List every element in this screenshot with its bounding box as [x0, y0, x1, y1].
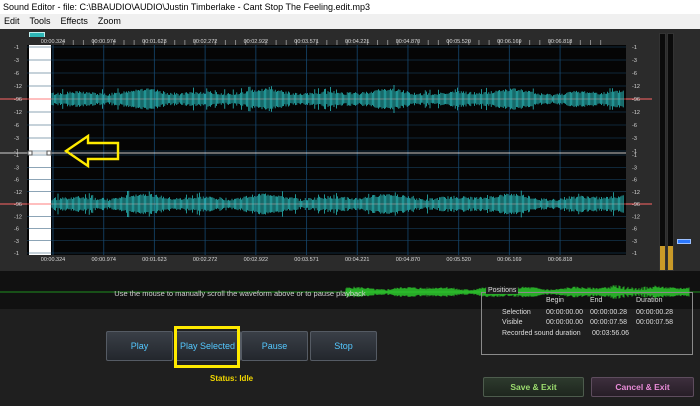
header-begin: Begin [546, 297, 564, 304]
selection-region[interactable] [29, 45, 51, 255]
timeline-bottom-label: 00:06.818 [548, 257, 572, 263]
scroll-hint: Use the mouse to manually scroll the wav… [114, 289, 366, 298]
db-label-left: -3 [14, 136, 19, 142]
db-label-right: -3 [632, 239, 637, 245]
play-button[interactable]: Play [106, 331, 173, 361]
level-fill-left [660, 246, 665, 270]
db-label-right: -1 [632, 251, 637, 257]
db-label-right: -6 [632, 227, 637, 233]
timeline-bottom-label: 00:06.169 [497, 257, 521, 263]
window-title: Sound Editor - file: C:\BBAUDIO\AUDIO\Ju… [0, 0, 700, 14]
timeline-bottom-label: 00:01.623 [142, 257, 166, 263]
level-meter-right [667, 33, 674, 271]
timeline-top-label: 00:01.623 [142, 39, 166, 45]
db-label-right: -12 [632, 214, 640, 220]
db-label-right: -96 [632, 97, 640, 103]
db-label-left: -12 [14, 84, 22, 90]
db-label-left: -12 [14, 190, 22, 196]
level-fill-right [668, 246, 673, 270]
cancel-exit-button[interactable]: Cancel & Exit [591, 377, 694, 397]
zoom-slider[interactable] [677, 239, 691, 244]
status-text: Status: Idle [210, 374, 254, 383]
menu-tools[interactable]: Tools [26, 14, 57, 29]
selection-end: 00:00:00.28 [590, 309, 627, 316]
timeline-top-label: 00:04.221 [345, 39, 369, 45]
visible-label: Visible [502, 319, 523, 326]
menu-zoom[interactable]: Zoom [94, 14, 127, 29]
timeline-bottom-label: 00:00.324 [41, 257, 65, 263]
timeline-top-label: 00:06.818 [548, 39, 572, 45]
header-duration: Duration [636, 297, 663, 304]
visible-begin: 00:00:00.00 [546, 319, 583, 326]
positions-title: Positions [486, 287, 519, 294]
db-label-left: -1 [14, 251, 19, 257]
db-label-right: -6 [632, 71, 637, 77]
timeline-bottom-label: 00:04.870 [396, 257, 420, 263]
db-label-right: -12 [632, 110, 640, 116]
header-end: End [590, 297, 603, 304]
db-label-left: -12 [14, 214, 22, 220]
db-label-right: -12 [632, 190, 640, 196]
timeline-bottom-label: 00:02.922 [244, 257, 268, 263]
db-label-right: -6 [632, 178, 637, 184]
timeline-bottom-label: 00:03.571 [294, 257, 318, 263]
db-label-left: -96 [14, 97, 22, 103]
timeline-bottom-label: 00:04.221 [345, 257, 369, 263]
positions-panel: Positions Begin End Duration Selection 0… [481, 287, 693, 355]
db-label-left: -3 [14, 58, 19, 64]
db-label-left: -96 [14, 202, 22, 208]
db-label-left: -6 [14, 227, 19, 233]
db-label-left: -6 [14, 71, 19, 77]
menu-edit[interactable]: Edit [0, 14, 26, 29]
timeline-top-label: 00:02.922 [244, 39, 268, 45]
timeline-bottom-label: 00:02.272 [193, 257, 217, 263]
timeline-top-label: 00:03.571 [294, 39, 318, 45]
db-label-right: -1 [632, 153, 637, 159]
highlight-box [174, 326, 240, 368]
db-label-left: -6 [14, 123, 19, 129]
db-label-right: -3 [632, 165, 637, 171]
recorded-value: 00:03:56.06 [592, 330, 629, 337]
recorded-label: Recorded sound duration [502, 330, 581, 337]
level-meter-left [659, 33, 666, 271]
waveform-display[interactable]: 00:00.324 00:00.324 00:00.974 00:00.974 00:0… [0, 29, 700, 271]
db-label-right: -1 [632, 45, 637, 51]
selection-begin: 00:00:00.00 [546, 309, 583, 316]
db-label-right: -96 [632, 202, 640, 208]
timeline-top-label: 00:02.272 [193, 39, 217, 45]
pause-button[interactable]: Pause [241, 331, 308, 361]
timeline-top-label: 00:00.974 [91, 39, 115, 45]
timeline-top-label: 00:06.169 [497, 39, 521, 45]
menu-effects[interactable]: Effects [57, 14, 94, 29]
db-label-right: -12 [632, 84, 640, 90]
db-label-right: -3 [632, 58, 637, 64]
selection-duration: 00:00:00.28 [636, 309, 673, 316]
db-label-left: -1 [14, 45, 19, 51]
timeline-bottom-label: 00:00.974 [91, 257, 115, 263]
visible-end: 00:00:07.58 [590, 319, 627, 326]
db-label-left: -3 [14, 239, 19, 245]
visible-duration: 00:00:07.58 [636, 319, 673, 326]
timeline-top-label: 00:05.520 [446, 39, 470, 45]
db-label-right: -3 [632, 136, 637, 142]
db-label-left: -12 [14, 110, 22, 116]
db-label-left: -6 [14, 178, 19, 184]
menu-bar: Edit Tools Effects Zoom [0, 14, 700, 29]
db-label-right: -6 [632, 123, 637, 129]
timeline-top-label: 00:04.870 [396, 39, 420, 45]
stop-button[interactable]: Stop [310, 331, 377, 361]
selection-label: Selection [502, 309, 531, 316]
timeline-bottom-label: 00:05.520 [446, 257, 470, 263]
db-label-left: -3 [14, 165, 19, 171]
timeline-top-label: 00:00.324 [41, 39, 65, 45]
db-label-left: -1 [14, 153, 19, 159]
save-exit-button[interactable]: Save & Exit [483, 377, 584, 397]
